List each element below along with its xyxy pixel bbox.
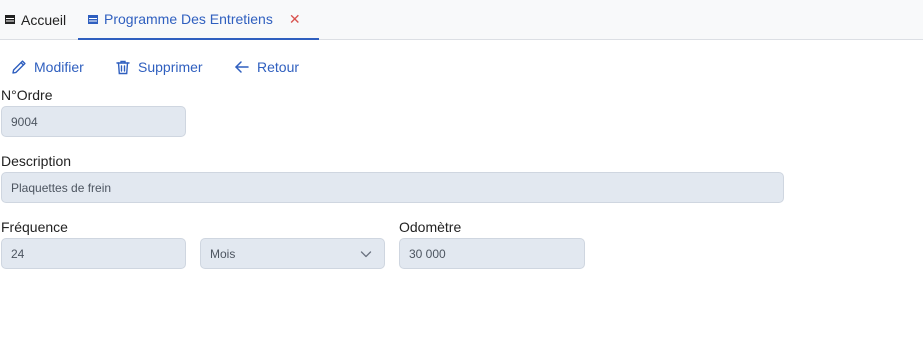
- order-number-label: N°Ordre: [1, 87, 53, 103]
- frequency-unit-value: Mois: [210, 246, 236, 261]
- frequency-label: Fréquence: [1, 219, 68, 235]
- description-value: Plaquettes de frein: [11, 180, 112, 195]
- odometer-field[interactable]: 30 000: [399, 238, 585, 269]
- tab-accueil-label: Accueil: [21, 11, 67, 28]
- edit-button-label: Modifier: [34, 59, 84, 75]
- back-button-label: Retour: [257, 59, 300, 75]
- arrow-left-icon: [235, 61, 249, 73]
- frequency-value: 24: [11, 246, 25, 261]
- description-field[interactable]: Plaquettes de frein: [1, 172, 784, 203]
- tab-bar: Accueil Programme Des Entretiens ✕: [0, 0, 923, 40]
- order-number-field[interactable]: 9004: [1, 106, 186, 137]
- tab-accueil[interactable]: Accueil: [5, 0, 66, 39]
- tab-programme-des-entretiens[interactable]: Programme Des Entretiens ✕: [78, 0, 319, 40]
- close-icon[interactable]: ✕: [289, 11, 301, 28]
- trash-icon: [116, 60, 130, 75]
- delete-button[interactable]: Supprimer: [115, 58, 203, 76]
- chevron-down-icon: [360, 251, 372, 258]
- back-button[interactable]: Retour: [234, 58, 299, 76]
- description-label: Description: [1, 153, 72, 169]
- table-icon: [88, 14, 98, 24]
- table-icon: [5, 15, 15, 24]
- frequency-unit-select[interactable]: Mois: [200, 238, 385, 269]
- frequency-field[interactable]: 24: [1, 238, 186, 269]
- tab-programme-label: Programme Des Entretiens: [104, 11, 273, 27]
- delete-button-label: Supprimer: [138, 59, 203, 75]
- edit-button[interactable]: Modifier: [11, 58, 84, 76]
- odometer-value: 30 000: [409, 246, 446, 261]
- odometer-label: Odomètre: [399, 219, 462, 235]
- order-number-value: 9004: [11, 114, 38, 129]
- pencil-icon: [12, 60, 26, 74]
